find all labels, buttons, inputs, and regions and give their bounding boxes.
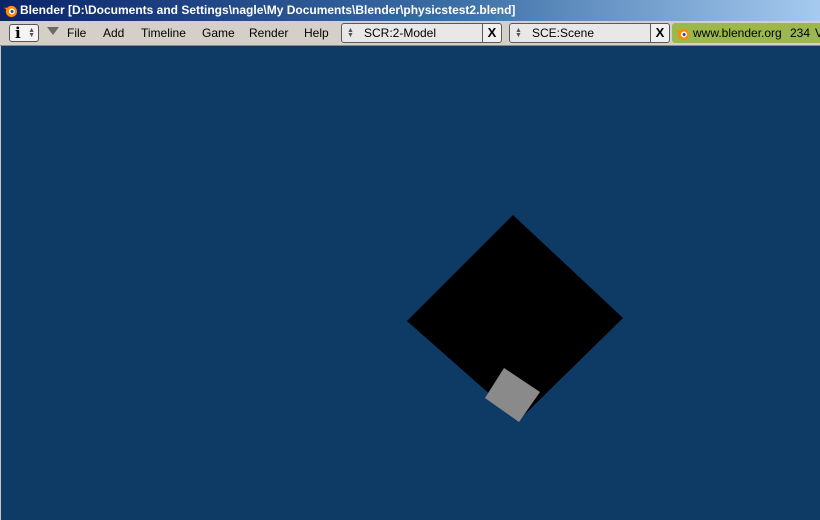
- window-titlebar: Blender [D:\Documents and Settings\nagle…: [0, 0, 820, 21]
- info-icon: i: [15, 24, 21, 42]
- 3d-viewport[interactable]: [0, 46, 820, 520]
- screen-name[interactable]: SCR:2-Model: [364, 24, 436, 42]
- header-overflow-text: V: [815, 21, 820, 45]
- menu-render[interactable]: Render: [249, 21, 288, 45]
- blender-logo-icon: [675, 28, 690, 41]
- window-title: Blender [D:\Documents and Settings\nagle…: [20, 3, 516, 17]
- updown-arrows-icon: ▲ ▼: [28, 27, 35, 39]
- updown-arrows-icon[interactable]: ▲ ▼: [347, 27, 354, 39]
- screen-selector[interactable]: ▲ ▼ SCR:2-Model X: [341, 23, 502, 43]
- menu-game[interactable]: Game: [202, 21, 235, 45]
- blender-info-link[interactable]: www.blender.org 234: [672, 23, 820, 43]
- menu-file[interactable]: File: [67, 21, 86, 45]
- menu-add[interactable]: Add: [103, 21, 124, 45]
- scene-selector[interactable]: ▲ ▼ SCE:Scene X: [509, 23, 670, 43]
- blender-app-icon: [3, 5, 18, 18]
- updown-arrows-icon[interactable]: ▲ ▼: [515, 27, 522, 39]
- collapse-menu-triangle-icon[interactable]: [47, 27, 59, 35]
- menu-help[interactable]: Help: [304, 21, 329, 45]
- viewport-scene[interactable]: [1, 46, 820, 520]
- close-icon[interactable]: X: [650, 24, 669, 42]
- version-number: 234: [790, 26, 811, 40]
- blender-website-link[interactable]: www.blender.org: [693, 23, 782, 43]
- editor-type-selector[interactable]: i ▲ ▼: [9, 24, 39, 42]
- scene-name[interactable]: SCE:Scene: [532, 24, 594, 42]
- close-icon[interactable]: X: [482, 24, 501, 42]
- header-menubar: i ▲ ▼ File Add Timeline Game Render Help …: [0, 21, 820, 46]
- menu-timeline[interactable]: Timeline: [141, 21, 186, 45]
